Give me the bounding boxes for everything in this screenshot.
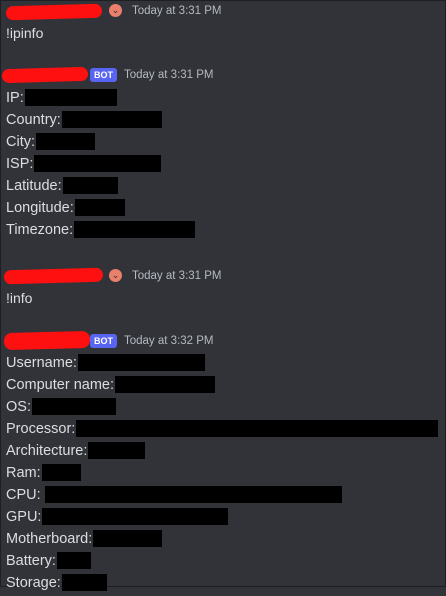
redacted-value — [44, 486, 342, 503]
field-label: Username: — [6, 355, 77, 371]
field-ip: IP: — [6, 89, 117, 111]
field-label: Longitude: — [6, 200, 74, 216]
field-storage: Storage: — [6, 574, 107, 596]
field-label: Latitude: — [6, 178, 62, 194]
user-icon: ⌄ — [109, 4, 122, 17]
field-os: OS: — [6, 398, 116, 420]
field-isp: ISP: — [6, 155, 162, 177]
redacted-value — [76, 420, 439, 437]
field-label: Battery: — [6, 553, 56, 569]
field-cpu: CPU: — [6, 486, 342, 508]
field-architecture: Architecture: — [6, 442, 146, 464]
timestamp: Today at 3:31 PM — [132, 5, 222, 17]
field-label: Country: — [6, 112, 61, 128]
redacted-value — [42, 508, 229, 525]
field-label: Ram: — [6, 465, 41, 481]
redacted-value — [56, 552, 91, 569]
field-label: OS: — [6, 399, 31, 415]
message-content: !ipinfo — [6, 25, 44, 41]
redacted-value — [74, 221, 196, 238]
field-city: City: — [6, 133, 95, 155]
field-label: GPU: — [6, 509, 42, 525]
field-label: Timezone: — [6, 222, 74, 238]
field-motherboard: Motherboard: — [6, 530, 163, 552]
redacted-value — [74, 199, 125, 216]
field-gpu: GPU: — [6, 508, 229, 530]
redacted-value — [41, 464, 81, 481]
redacted-value — [34, 155, 162, 172]
redacted-value — [77, 354, 205, 371]
redacted-username — [3, 267, 104, 285]
redacted-value — [93, 530, 163, 547]
field-label: Architecture: — [6, 443, 88, 459]
field-latitude: Latitude: — [6, 177, 118, 199]
redacted-value — [61, 574, 107, 591]
redacted-value — [88, 442, 146, 459]
timestamp: Today at 3:31 PM — [124, 69, 214, 81]
redacted-botname — [1, 66, 89, 84]
redacted-value — [36, 133, 95, 150]
redacted-value — [31, 398, 116, 415]
field-label: IP: — [6, 90, 24, 106]
field-label: Computer name: — [6, 377, 114, 393]
field-label: Motherboard: — [6, 531, 93, 547]
redacted-value — [115, 376, 215, 393]
field-label: CPU: — [6, 487, 41, 503]
message-content: !info — [6, 290, 33, 306]
bot-badge: BOT — [90, 68, 117, 82]
field-timezone: Timezone: — [6, 221, 196, 243]
field-label: City: — [6, 134, 35, 150]
redacted-value — [62, 177, 118, 194]
field-computer-name: Computer name: — [6, 376, 215, 398]
field-username: Username: — [6, 354, 205, 376]
bot-badge: BOT — [90, 334, 117, 348]
field-label: ISP: — [6, 156, 34, 172]
field-label: Storage: — [6, 575, 61, 591]
redacted-botname — [3, 330, 91, 351]
field-ram: Ram: — [6, 464, 81, 486]
redacted-value — [61, 111, 162, 128]
field-label: Processor: — [6, 421, 76, 437]
field-processor: Processor: — [6, 420, 439, 442]
field-battery: Battery: — [6, 552, 91, 574]
timestamp: Today at 3:32 PM — [124, 335, 214, 347]
timestamp: Today at 3:31 PM — [132, 270, 222, 282]
redacted-username — [5, 3, 103, 21]
redacted-value — [24, 89, 117, 106]
field-longitude: Longitude: — [6, 199, 125, 221]
field-country: Country: — [6, 111, 162, 133]
user-icon: ⌄ — [109, 269, 122, 282]
